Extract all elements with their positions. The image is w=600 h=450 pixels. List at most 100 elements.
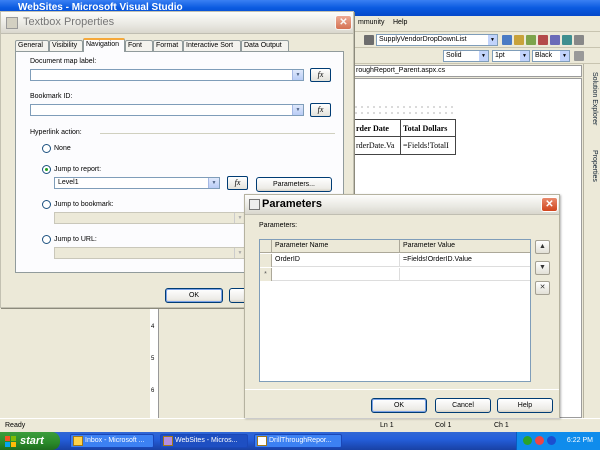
radio-none[interactable] <box>42 144 51 153</box>
report-header-cell[interactable]: Total Dollars <box>400 119 456 137</box>
tab-solution-explorer[interactable]: Solution Explorer <box>587 72 598 125</box>
taskbar-item-label: WebSites - Micros... <box>175 437 238 444</box>
tray-icon[interactable] <box>547 436 556 445</box>
column-header-value[interactable]: Parameter Value <box>400 240 530 253</box>
side-panel-tabs: Solution Explorer Properties <box>583 64 600 418</box>
document-map-label: Document map label: <box>30 58 97 65</box>
parameters-dialog: Parameters ✕ Parameters: Parameter Name … <box>244 194 560 418</box>
toolbar-icon[interactable] <box>538 35 548 45</box>
help-button[interactable]: Help <box>497 398 553 413</box>
design-grid <box>353 104 456 118</box>
hyperlink-action-label: Hyperlink action: <box>30 129 82 136</box>
report-table[interactable]: rder Date Total Dollars rderDate.Va =Fie… <box>352 119 456 155</box>
row-selector[interactable] <box>260 254 272 267</box>
report-combo[interactable]: Level1 ▼ <box>54 177 220 189</box>
project-combo[interactable]: SupplyVendorDropDownList ▼ <box>376 34 498 46</box>
parameter-value-cell[interactable]: =Fields!OrderID.Value <box>400 254 530 267</box>
document-map-combo[interactable]: ▼ <box>30 69 304 81</box>
menu-help[interactable]: Help <box>393 19 407 26</box>
toolbar-icon[interactable] <box>526 35 536 45</box>
dialog-titlebar[interactable]: Parameters ✕ <box>245 195 559 215</box>
url-combo[interactable]: ▼ <box>54 247 246 259</box>
delete-icon[interactable]: ✕ <box>535 281 550 295</box>
menu-community[interactable]: mmunity <box>358 19 384 26</box>
chevron-down-icon[interactable]: ▼ <box>488 35 497 45</box>
fx-icon[interactable]: fx <box>227 176 248 190</box>
status-column: Col 1 <box>435 422 452 429</box>
grid-header: Parameter Name Parameter Value <box>260 240 530 253</box>
parameter-name-cell[interactable]: OrderID <box>272 254 400 267</box>
taskbar-item-inbox[interactable]: Inbox - Microsoft ... <box>70 434 154 448</box>
ruler-mark: 6 <box>151 388 155 394</box>
tab-properties[interactable]: Properties <box>587 150 598 182</box>
report-detail-cell[interactable]: rderDate.Va <box>352 136 402 155</box>
border-style-value: Solid <box>446 52 462 59</box>
cancel-button[interactable]: Cancel <box>435 398 491 413</box>
move-down-icon[interactable]: ▼ <box>535 261 550 275</box>
ruler-mark: 4 <box>151 324 155 330</box>
ok-button[interactable]: OK <box>165 288 223 303</box>
border-width-combo[interactable]: 1pt ▼ <box>492 50 530 62</box>
border-icon[interactable] <box>574 51 584 61</box>
chevron-down-icon[interactable]: ▼ <box>479 51 488 61</box>
toolbar-icon[interactable] <box>502 35 512 45</box>
start-button[interactable]: start <box>0 432 60 450</box>
toolbar-icon[interactable] <box>562 35 572 45</box>
document-tab[interactable]: roughReport_Parent.aspx.cs <box>352 65 582 77</box>
dialog-icon <box>6 17 18 29</box>
close-icon[interactable]: ✕ <box>541 197 558 212</box>
parameter-name-cell[interactable] <box>272 268 400 281</box>
dialog-title: Parameters <box>262 198 322 210</box>
radio-none-label: None <box>54 145 71 152</box>
dialog-titlebar[interactable]: Textbox Properties ✕ <box>1 12 353 34</box>
vertical-ruler: 4 5 6 <box>150 300 159 418</box>
tray-icon[interactable] <box>523 436 532 445</box>
toolbar-icon[interactable] <box>364 35 374 45</box>
clock: 6:22 PM <box>566 437 593 444</box>
grid-corner <box>260 240 272 253</box>
chevron-down-icon[interactable]: ▼ <box>520 51 529 61</box>
toolbar-icon[interactable] <box>514 35 524 45</box>
fx-icon[interactable]: fx <box>310 68 331 82</box>
new-row[interactable]: * <box>260 268 530 281</box>
radio-jump-to-bookmark[interactable] <box>42 200 51 209</box>
parameters-grid[interactable]: Parameter Name Parameter Value OrderID =… <box>259 239 531 382</box>
report-header-cell[interactable]: rder Date <box>352 119 402 137</box>
bookmark-id-combo[interactable]: ▼ <box>30 104 304 116</box>
column-header-name[interactable]: Parameter Name <box>272 240 400 253</box>
chevron-down-icon[interactable]: ▼ <box>292 105 303 115</box>
close-icon[interactable]: ✕ <box>335 15 352 30</box>
browser-icon <box>257 436 267 446</box>
radio-jump-to-bookmark-label: Jump to bookmark: <box>54 201 114 208</box>
section-divider <box>100 133 335 134</box>
dialog-title: Textbox Properties <box>23 16 115 28</box>
start-label: start <box>20 435 44 447</box>
move-up-icon[interactable]: ▲ <box>535 240 550 254</box>
report-detail-row: rderDate.Va =Fields!TotalI <box>352 136 456 155</box>
tray-icon[interactable] <box>535 436 544 445</box>
table-row[interactable]: OrderID =Fields!OrderID.Value <box>260 254 530 267</box>
border-style-combo[interactable]: Solid ▼ <box>443 50 489 62</box>
radio-jump-to-url[interactable] <box>42 235 51 244</box>
report-detail-cell[interactable]: =Fields!TotalI <box>400 136 456 155</box>
fx-icon[interactable]: fx <box>310 103 331 117</box>
taskbar: start Inbox - Microsoft ... WebSites - M… <box>0 432 600 450</box>
toolbar-icon[interactable] <box>550 35 560 45</box>
parameter-value-cell[interactable] <box>400 268 530 281</box>
status-bar: Ready Ln 1 Col 1 Ch 1 <box>0 418 600 432</box>
border-color-combo[interactable]: Black ▼ <box>532 50 570 62</box>
ok-button[interactable]: OK <box>371 398 427 413</box>
toolbar-icon[interactable] <box>574 35 584 45</box>
chevron-down-icon[interactable]: ▼ <box>292 70 303 80</box>
parameters-button[interactable]: Parameters... <box>256 177 332 192</box>
taskbar-item-drillthrough[interactable]: DrillThroughRepor... <box>254 434 342 448</box>
taskbar-item-label: Inbox - Microsoft ... <box>85 437 145 444</box>
radio-jump-to-report[interactable] <box>42 165 51 174</box>
chevron-down-icon[interactable]: ▼ <box>560 51 569 61</box>
windows-flag-icon <box>5 436 16 447</box>
taskbar-item-websites[interactable]: WebSites - Micros... <box>160 434 248 448</box>
bookmark-combo[interactable]: ▼ <box>54 212 246 224</box>
visual-studio-icon <box>163 436 173 446</box>
tab-navigation[interactable]: Navigation <box>83 38 125 52</box>
chevron-down-icon[interactable]: ▼ <box>208 178 219 188</box>
